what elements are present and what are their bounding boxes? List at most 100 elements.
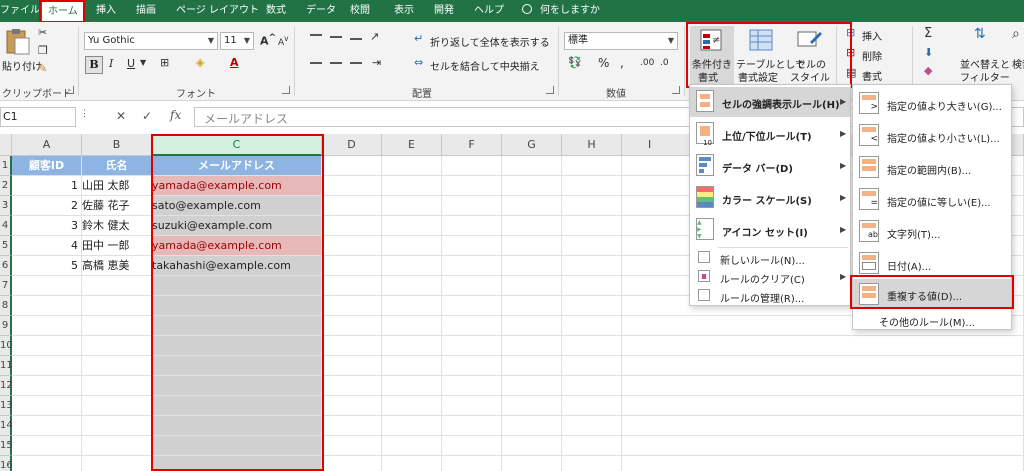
cell[interactable]	[322, 336, 382, 356]
format-as-table-button[interactable]: テーブルとして 書式設定	[736, 26, 805, 84]
tab-data[interactable]: データ	[306, 0, 336, 22]
insert-cells-button[interactable]: 挿入	[862, 28, 882, 43]
bold-button[interactable]: B	[85, 56, 103, 74]
cell[interactable]	[502, 356, 562, 376]
row-header[interactable]: 5	[0, 236, 12, 256]
cell[interactable]	[12, 376, 82, 396]
column-header-f[interactable]: F	[442, 134, 502, 156]
name-cell[interactable]: 田中 一郎	[82, 236, 152, 256]
cell[interactable]	[562, 416, 622, 436]
insert-function-button[interactable]: fx	[170, 108, 181, 122]
cell[interactable]	[502, 316, 562, 336]
font-size-select[interactable]: 11 ▼	[220, 32, 254, 50]
row-header[interactable]: 1	[0, 156, 12, 176]
id-cell[interactable]: 5	[12, 256, 82, 276]
percent-button[interactable]: %	[598, 56, 609, 70]
cell[interactable]	[502, 216, 562, 236]
menu-item-manage-rules[interactable]: ルールの管理(R)...	[690, 287, 850, 305]
cell[interactable]	[12, 416, 82, 436]
menu-item-clear-rules[interactable]: ルールのクリア(C) ▶	[690, 268, 850, 286]
submenu-item-between[interactable]: 指定の範囲内(B)...	[853, 153, 1011, 183]
cell[interactable]	[562, 456, 622, 471]
email-cell[interactable]: takahashi@example.com	[152, 256, 322, 276]
font-launcher-icon[interactable]	[282, 86, 290, 94]
italic-button[interactable]: I	[109, 57, 113, 70]
id-cell[interactable]: 4	[12, 236, 82, 256]
cell[interactable]	[82, 316, 152, 336]
menu-item-color-scales[interactable]: カラー スケール(S) ▶	[690, 183, 850, 213]
row-header[interactable]: 11	[0, 356, 13, 376]
cell[interactable]	[442, 316, 502, 336]
cell[interactable]	[502, 276, 562, 296]
cell[interactable]	[622, 396, 1024, 416]
cell[interactable]	[382, 376, 442, 396]
cell[interactable]	[562, 156, 622, 176]
cell[interactable]	[442, 256, 502, 276]
menu-item-top-bottom-rules[interactable]: 10 上位/下位ルール(T) ▶	[690, 119, 850, 149]
cell[interactable]	[322, 436, 382, 456]
cell[interactable]	[442, 236, 502, 256]
cell[interactable]	[622, 336, 1024, 356]
cell[interactable]	[82, 416, 152, 436]
cell[interactable]	[82, 296, 152, 316]
submenu-item-more-rules[interactable]: その他のルール(M)...	[853, 311, 1011, 329]
cell[interactable]	[382, 236, 442, 256]
paste-button[interactable]: 貼り付け	[2, 28, 42, 76]
cell[interactable]	[442, 296, 502, 316]
cell[interactable]	[382, 396, 442, 416]
cell[interactable]	[502, 196, 562, 216]
menu-item-new-rule[interactable]: 新しいルール(N)...	[690, 249, 850, 267]
submenu-item-duplicate-values[interactable]: 重複する値(D)...	[853, 279, 1011, 309]
menu-item-icon-sets[interactable]: ▲ ▶ ▼ アイコン セット(I) ▶	[690, 215, 850, 245]
cell[interactable]	[382, 296, 442, 316]
submenu-item-less-than[interactable]: < 指定の値より小さい(L)...	[853, 121, 1011, 151]
cell[interactable]	[502, 376, 562, 396]
tab-developer[interactable]: 開発	[434, 0, 454, 22]
cell[interactable]	[382, 176, 442, 196]
row-header[interactable]: 4	[0, 216, 12, 236]
cell[interactable]	[442, 176, 502, 196]
cell[interactable]	[382, 336, 442, 356]
fill-icon[interactable]: ⬇	[924, 46, 933, 59]
cell[interactable]	[322, 216, 382, 236]
cell[interactable]	[382, 156, 442, 176]
cell[interactable]	[12, 456, 82, 471]
row-header[interactable]: 14	[0, 416, 13, 436]
row-header[interactable]: 2	[0, 176, 12, 196]
tab-review[interactable]: 校閲	[350, 0, 370, 22]
cell[interactable]	[502, 436, 562, 456]
cell[interactable]	[12, 396, 82, 416]
cancel-icon[interactable]: ✕	[116, 109, 126, 123]
cell[interactable]	[442, 376, 502, 396]
cell[interactable]	[82, 276, 152, 296]
sort-filter-button[interactable]: ⇅ 並べ替えと フィルター	[960, 26, 1012, 84]
cell[interactable]	[502, 396, 562, 416]
cell[interactable]	[502, 156, 562, 176]
cell[interactable]	[322, 156, 382, 176]
header-cell[interactable]: 顧客ID	[12, 156, 82, 176]
submenu-item-text-contains[interactable]: ab 文字列(T)...	[853, 217, 1011, 247]
cell[interactable]	[442, 276, 502, 296]
row-header[interactable]: 15	[0, 436, 13, 456]
email-cell[interactable]: suzuki@example.com	[152, 216, 322, 236]
cell[interactable]	[152, 276, 322, 296]
cell[interactable]	[322, 276, 382, 296]
orientation-icon[interactable]: ↗	[370, 30, 379, 43]
clear-icon[interactable]: ◆	[924, 64, 932, 77]
cell[interactable]	[502, 456, 562, 471]
align-left-icon[interactable]	[310, 62, 322, 64]
header-cell[interactable]: メールアドレス	[152, 156, 322, 176]
cell[interactable]	[322, 356, 382, 376]
number-format-select[interactable]: 標準 ▼	[564, 32, 678, 50]
row-header[interactable]: 3	[0, 196, 12, 216]
delete-cells-button[interactable]: 削除	[862, 48, 882, 63]
cell[interactable]	[562, 216, 622, 236]
email-cell[interactable]: yamada@example.com	[152, 176, 322, 196]
cell[interactable]	[382, 196, 442, 216]
clipboard-launcher-icon[interactable]	[66, 86, 74, 94]
cell[interactable]	[442, 196, 502, 216]
cell[interactable]	[152, 316, 322, 336]
cell[interactable]	[442, 396, 502, 416]
cell[interactable]	[152, 296, 322, 316]
cell[interactable]	[382, 316, 442, 336]
